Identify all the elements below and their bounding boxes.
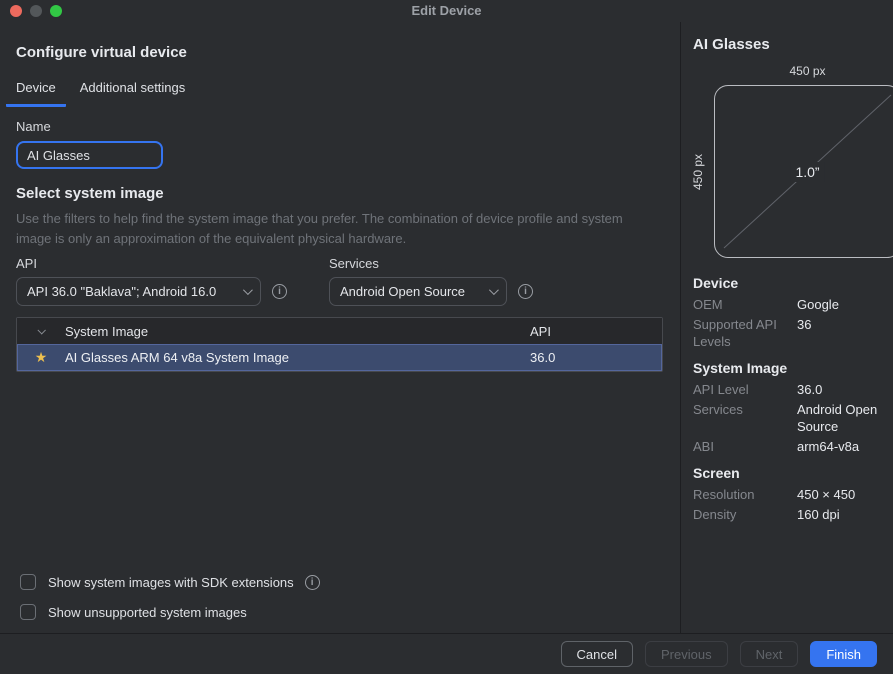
table-filter-checkboxes: Show system images with SDK extensions i…	[20, 574, 320, 620]
detail-label: OEM	[693, 296, 785, 313]
detail-label: Services	[693, 401, 785, 435]
configure-panel: Configure virtual device Device Addition…	[0, 22, 681, 633]
window-title: Edit Device	[0, 3, 893, 18]
starred-column-sort[interactable]	[17, 328, 65, 334]
device-name-heading: AI Glasses	[693, 36, 893, 54]
screen-section-heading: Screen	[693, 465, 885, 481]
titlebar: Edit Device	[0, 0, 893, 22]
detail-value: 160 dpi	[797, 506, 885, 523]
table-header: System Image API	[17, 318, 662, 344]
detail-row: ABI arm64-v8a	[693, 438, 885, 455]
detail-row: Resolution 450 × 450	[693, 486, 885, 503]
edit-device-dialog: Edit Device Configure virtual device Dev…	[0, 0, 893, 674]
device-details: Device OEM Google Supported API Levels 3…	[693, 275, 893, 523]
services-dropdown-value: Android Open Source	[340, 284, 465, 299]
screen-height-label-wrap: 450 px	[690, 85, 706, 258]
chevron-down-icon	[37, 326, 45, 334]
services-label: Services	[329, 256, 533, 271]
screen-section: Screen Resolution 450 × 450 Density 160 …	[693, 465, 885, 523]
detail-label: Resolution	[693, 486, 785, 503]
system-image-api: 36.0	[530, 350, 662, 365]
page-title: Configure virtual device	[16, 44, 664, 61]
next-button: Next	[740, 641, 799, 667]
dialog-footer: Cancel Previous Next Finish	[0, 633, 893, 674]
detail-row: Supported API Levels 36	[693, 316, 885, 350]
screen-outline: 1.0”	[714, 85, 893, 258]
tab-additional-settings[interactable]: Additional settings	[70, 80, 196, 107]
close-window-icon[interactable]	[10, 5, 22, 17]
chevron-down-icon	[489, 285, 499, 295]
screen-diagonal-size: 1.0”	[790, 162, 824, 182]
screen-height-label: 450 px	[691, 153, 705, 189]
detail-value: Google	[797, 296, 885, 313]
tab-device[interactable]: Device	[6, 80, 66, 107]
detail-value: 36	[797, 316, 885, 350]
detail-label: Density	[693, 506, 785, 523]
api-dropdown-value: API 36.0 "Baklava"; Android 16.0	[27, 284, 216, 299]
system-image-table: System Image API ★ AI Glasses ARM 64 v8a…	[16, 317, 663, 372]
services-info-icon[interactable]: i	[518, 284, 533, 299]
column-header-api[interactable]: API	[530, 324, 662, 339]
unsupported-images-checkbox[interactable]	[20, 604, 36, 620]
window-controls	[10, 5, 62, 17]
tab-bar: Device Additional settings	[6, 80, 664, 107]
star-icon[interactable]: ★	[17, 349, 65, 366]
detail-value: 450 × 450	[797, 486, 885, 503]
detail-value: arm64-v8a	[797, 438, 885, 455]
system-image-name: AI Glasses ARM 64 v8a System Image	[65, 350, 530, 365]
unsupported-images-checkbox-label: Show unsupported system images	[48, 605, 247, 620]
minimize-window-icon	[30, 5, 42, 17]
system-image-section: System Image API Level 36.0 Services And…	[693, 360, 885, 455]
detail-label: Supported API Levels	[693, 316, 785, 350]
finish-button[interactable]: Finish	[810, 641, 877, 667]
api-info-icon[interactable]: i	[272, 284, 287, 299]
sdk-extensions-checkbox[interactable]	[20, 574, 36, 590]
services-dropdown[interactable]: Android Open Source	[329, 277, 507, 306]
name-label: Name	[16, 119, 664, 134]
detail-row: API Level 36.0	[693, 381, 885, 398]
detail-label: ABI	[693, 438, 785, 455]
chevron-down-icon	[243, 285, 253, 295]
column-header-system-image[interactable]: System Image	[65, 324, 530, 339]
detail-row: Density 160 dpi	[693, 506, 885, 523]
detail-label: API Level	[693, 381, 785, 398]
detail-value: 36.0	[797, 381, 885, 398]
detail-row: Services Android Open Source	[693, 401, 885, 435]
sdk-extensions-checkbox-row: Show system images with SDK extensions i	[20, 574, 320, 590]
unsupported-images-checkbox-row: Show unsupported system images	[20, 604, 320, 620]
screen-preview: 450 px 450 px 1.0”	[693, 64, 893, 258]
sdk-extensions-info-icon[interactable]: i	[305, 575, 320, 590]
filters-row: API API 36.0 "Baklava"; Android 16.0 i S…	[16, 256, 664, 306]
detail-value: Android Open Source	[797, 401, 885, 435]
api-label: API	[16, 256, 287, 271]
sdk-extensions-checkbox-label: Show system images with SDK extensions	[48, 575, 294, 590]
api-filter-group: API API 36.0 "Baklava"; Android 16.0 i	[16, 256, 287, 306]
screen-width-label: 450 px	[714, 64, 893, 78]
table-row[interactable]: ★ AI Glasses ARM 64 v8a System Image 36.…	[17, 344, 662, 371]
api-dropdown[interactable]: API 36.0 "Baklava"; Android 16.0	[16, 277, 261, 306]
zoom-window-icon[interactable]	[50, 5, 62, 17]
system-image-description: Use the filters to help find the system …	[16, 209, 646, 249]
services-filter-group: Services Android Open Source i	[329, 256, 533, 306]
select-system-image-heading: Select system image	[16, 185, 664, 202]
detail-row: OEM Google	[693, 296, 885, 313]
device-section: Device OEM Google Supported API Levels 3…	[693, 275, 885, 350]
system-image-section-heading: System Image	[693, 360, 885, 376]
previous-button: Previous	[645, 641, 728, 667]
name-input[interactable]	[16, 141, 163, 169]
device-summary-panel: AI Glasses 450 px 450 px 1.0” Device	[681, 22, 893, 633]
cancel-button[interactable]: Cancel	[561, 641, 633, 667]
device-section-heading: Device	[693, 275, 885, 291]
